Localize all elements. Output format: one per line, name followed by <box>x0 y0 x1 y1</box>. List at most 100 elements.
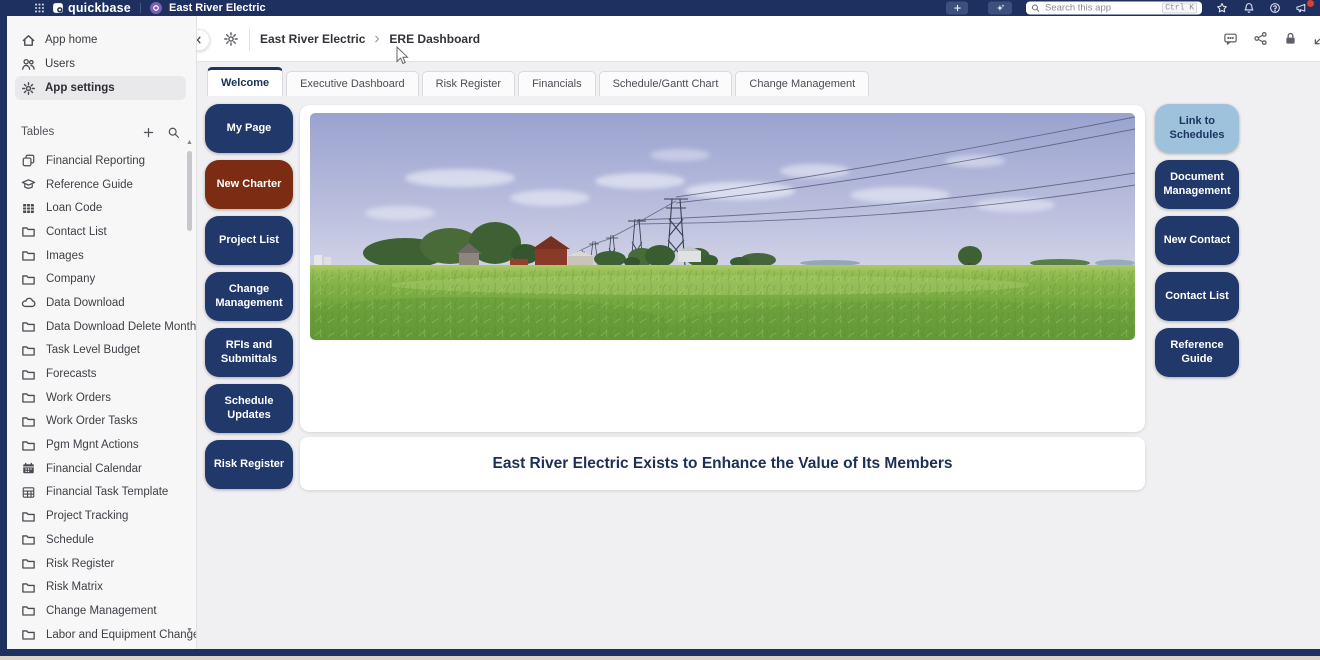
notifications-bell-icon[interactable] <box>1243 2 1255 14</box>
main-area: East River Electric ERE Dashboard <box>197 16 1320 649</box>
table-item-label: Task Level Budget <box>46 344 140 356</box>
new-charter-button[interactable]: New Charter <box>205 160 293 209</box>
scroll-down-icon[interactable]: ▼ <box>185 626 194 635</box>
table-item-company[interactable]: Company <box>7 267 186 291</box>
brand-wordmark[interactable]: quickbase <box>68 1 131 15</box>
new-contact-button[interactable]: New Contact <box>1155 216 1239 265</box>
table-item-financial-calendar[interactable]: Financial Calendar <box>7 457 186 481</box>
change-management-button[interactable]: Change Management <box>205 272 293 321</box>
favorites-star-icon[interactable] <box>1216 2 1228 14</box>
link-to-schedules-button[interactable]: Link to Schedules <box>1155 104 1239 153</box>
table-item-contact-list[interactable]: Contact List <box>7 220 186 244</box>
add-table-icon[interactable] <box>142 126 155 139</box>
grid-icon <box>21 201 36 216</box>
table-item-financial-task-template[interactable]: Financial Task Template <box>7 481 186 505</box>
risk-register-button[interactable]: Risk Register <box>205 440 293 489</box>
app-icon[interactable] <box>150 2 162 14</box>
farm-field-scene <box>310 113 1135 340</box>
apps-grid-icon[interactable] <box>34 3 45 14</box>
table-item-reference-guide[interactable]: Reference Guide <box>7 173 186 197</box>
tab-welcome[interactable]: Welcome <box>207 67 283 96</box>
breadcrumb-app[interactable]: East River Electric <box>260 32 365 46</box>
tables-list: Financial Reporting Reference Guide Loan C… <box>7 149 186 646</box>
fullscreen-icon[interactable] <box>1313 31 1320 46</box>
page-settings-gear-icon[interactable] <box>223 31 239 47</box>
table-item-change-management[interactable]: Change Management <box>7 599 186 623</box>
sidebar-item-users[interactable]: Users <box>15 52 186 76</box>
folder-icon <box>21 580 36 595</box>
tab-risk-register[interactable]: Risk Register <box>422 71 515 96</box>
folder-icon <box>21 438 36 453</box>
table-item-data-download[interactable]: Data Download <box>7 291 186 315</box>
table-item-loan-code[interactable]: Loan Code <box>7 196 186 220</box>
document-management-button[interactable]: Document Management <box>1155 160 1239 209</box>
help-icon[interactable] <box>1269 2 1281 14</box>
tab-change-management[interactable]: Change Management <box>735 71 869 96</box>
tab-financials[interactable]: Financials <box>518 71 596 96</box>
lock-icon[interactable] <box>1283 31 1298 46</box>
table-item-label: Risk Matrix <box>46 581 103 593</box>
table-item-financial-reporting[interactable]: Financial Reporting <box>7 149 186 173</box>
my-page-button[interactable]: My Page <box>205 104 293 153</box>
project-list-button[interactable]: Project List <box>205 216 293 265</box>
ai-assistant-button[interactable] <box>988 2 1012 15</box>
cap-icon <box>21 177 36 192</box>
table-item-risk-matrix[interactable]: Risk Matrix <box>7 575 186 599</box>
table-item-label: Images <box>46 250 84 262</box>
table-item-task-level-budget[interactable]: Task Level Budget <box>7 339 186 363</box>
folder-icon <box>21 319 36 334</box>
search-input[interactable]: Search this app Ctrl K <box>1026 2 1202 15</box>
sidebar-scrollbar[interactable]: ▲ ▼ <box>185 138 194 635</box>
tab-schedule-gantt-chart[interactable]: Schedule/Gantt Chart <box>599 71 733 96</box>
table-item-pgm-mgnt-actions[interactable]: Pgm Mgnt Actions <box>7 433 186 457</box>
table-item-forecasts[interactable]: Forecasts <box>7 362 186 386</box>
search-shortcut: Ctrl K <box>1162 3 1197 14</box>
left-button-column: My Page New Charter Project List Change Man… <box>205 104 293 489</box>
sidebar-item-app-home[interactable]: App home <box>15 28 186 52</box>
table-item-schedule[interactable]: Schedule <box>7 528 186 552</box>
breadcrumb-page[interactable]: ERE Dashboard <box>389 32 480 46</box>
table-item-label: Financial Reporting <box>46 155 145 167</box>
table-item-labor-and-equipment-change[interactable]: Labor and Equipment Change <box>7 623 186 647</box>
new-button[interactable] <box>946 2 968 15</box>
scrollbar-thumb[interactable] <box>187 151 192 231</box>
table-item-label: Data Download <box>46 297 125 309</box>
share-icon[interactable] <box>1253 31 1268 46</box>
table-item-work-orders[interactable]: Work Orders <box>7 386 186 410</box>
breadcrumb: East River Electric ERE Dashboard <box>260 16 480 62</box>
contact-list-button[interactable]: Contact List <box>1155 272 1239 321</box>
banner-card: East River Electric Exists to Enhance th… <box>300 437 1145 490</box>
banner-text: East River Electric Exists to Enhance th… <box>492 455 952 473</box>
sidebar-item-label: Users <box>45 58 75 70</box>
page-header-actions <box>1223 31 1320 46</box>
folder-icon <box>21 272 36 287</box>
quickbase-logo-icon[interactable] <box>52 2 64 14</box>
table-item-label: Pgm Mgnt Actions <box>46 439 139 451</box>
table-item-work-order-tasks[interactable]: Work Order Tasks <box>7 410 186 434</box>
reference-guide-button[interactable]: Reference Guide <box>1155 328 1239 377</box>
feedback-icon[interactable] <box>1223 31 1238 46</box>
schedule-updates-button[interactable]: Schedule Updates <box>205 384 293 433</box>
table-item-project-tracking[interactable]: Project Tracking <box>7 504 186 528</box>
table-item-images[interactable]: Images <box>7 244 186 268</box>
announcements-icon[interactable] <box>1295 2 1307 14</box>
scroll-up-icon[interactable]: ▲ <box>185 138 194 147</box>
table-item-label: Data Download Delete Month... <box>46 321 197 333</box>
window-bottom-edge <box>0 649 1320 656</box>
table-item-label: Financial Calendar <box>46 463 142 475</box>
rfis-and-submittals-button[interactable]: RFIs and Submittals <box>205 328 293 377</box>
sidebar-nav: App home Users App settings <box>7 28 186 100</box>
search-tables-icon[interactable] <box>167 126 180 139</box>
topbar-app-name[interactable]: East River Electric <box>169 2 266 14</box>
folder-icon <box>21 603 36 618</box>
table-item-label: Reference Guide <box>46 179 133 191</box>
folder-icon <box>21 343 36 358</box>
right-button-column: Link to Schedules Document Management New … <box>1155 104 1239 377</box>
tables-label: Tables <box>21 126 54 138</box>
table-item-data-download-delete-month[interactable]: Data Download Delete Month... <box>7 315 186 339</box>
folder-icon <box>21 627 36 642</box>
sidebar-item-app-settings[interactable]: App settings <box>15 76 186 100</box>
tab-executive-dashboard[interactable]: Executive Dashboard <box>286 71 419 96</box>
folder-icon <box>21 414 36 429</box>
table-item-risk-register[interactable]: Risk Register <box>7 552 186 576</box>
